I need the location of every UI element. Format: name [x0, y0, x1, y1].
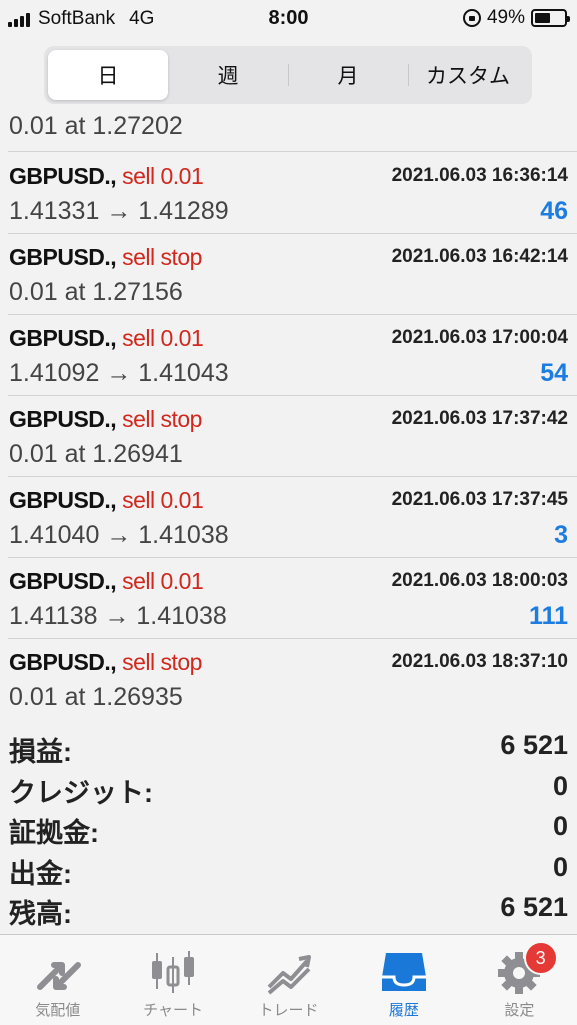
order-symbol: GBPUSD., [9, 649, 117, 675]
order-action: sell 0.01 [122, 325, 204, 351]
order-symbol: GBPUSD., [9, 163, 117, 189]
list-item[interactable]: GBPUSD., sell 0.01 2021.06.03 17:37:45 1… [0, 477, 577, 558]
summary-value: 6 521 [500, 892, 568, 922]
summary-withdrawal-row: 出金: 0 [0, 848, 577, 889]
notification-badge: 3 [523, 941, 558, 975]
order-time: 2021.06.03 17:00:04 [391, 327, 568, 348]
history-list[interactable]: 0.01 at 1.27202 GBPUSD., sell 0.01 2021.… [0, 112, 577, 716]
order-time: 2021.06.03 18:00:03 [391, 570, 568, 591]
status-bar: SoftBank 4G 8:00 49% [0, 0, 577, 36]
tab-day[interactable]: 日 [48, 50, 168, 100]
candlestick-chart-icon [145, 947, 201, 995]
order-profit: 54 [540, 359, 568, 387]
trade-trend-icon [261, 947, 317, 995]
order-profit: 3 [554, 521, 568, 549]
order-time: 2021.06.03 17:37:42 [391, 408, 568, 429]
summary-label: 出金: [9, 858, 72, 889]
summary-value: 6 521 [500, 730, 568, 760]
order-profit: 111 [529, 602, 568, 630]
summary-value: 0 [552, 770, 568, 801]
summary-profit-row: 損益: 6 521 [0, 726, 577, 767]
tab-quotes[interactable]: 気配値 [0, 935, 115, 1025]
order-detail: 0.01 at 1.27156 [9, 278, 183, 306]
order-profit: 46 [540, 197, 568, 225]
list-item[interactable]: GBPUSD., sell stop 2021.06.03 18:37:10 0… [0, 639, 577, 716]
tab-label: チャート [143, 1002, 204, 1019]
order-symbol: GBPUSD., [9, 244, 117, 270]
list-item[interactable]: GBPUSD., sell stop 2021.06.03 16:42:14 0… [0, 234, 577, 315]
order-time: 2021.06.03 16:36:14 [391, 165, 568, 186]
order-time: 2021.06.03 18:37:10 [391, 651, 568, 672]
summary-label: 残高: [9, 899, 72, 929]
list-item[interactable]: GBPUSD., sell 0.01 2021.06.03 16:36:14 1… [0, 153, 577, 234]
order-detail: 1.41092 → 1.41043 [9, 359, 229, 387]
order-detail: 1.41331 → 1.41289 [9, 197, 229, 225]
tab-history[interactable]: 履歴 [346, 935, 461, 1025]
order-detail: 1.41040 → 1.41038 [9, 521, 229, 549]
order-time: 2021.06.03 17:37:45 [391, 489, 568, 510]
summary-label: 証拠金: [9, 818, 99, 848]
order-time: 2021.06.03 16:42:14 [391, 246, 568, 267]
list-item-partial[interactable]: 0.01 at 1.27202 [0, 112, 577, 152]
list-item[interactable]: GBPUSD., sell 0.01 2021.06.03 18:00:03 1… [0, 558, 577, 639]
summary-label: クレジット: [9, 777, 153, 808]
tab-custom[interactable]: カスタム [408, 50, 528, 100]
order-detail: 0.01 at 1.26935 [9, 683, 183, 711]
order-detail: 1.41138 → 1.41038 [9, 602, 227, 630]
account-summary: 損益: 6 521 クレジット: 0 証拠金: 0 出金: 0 残高: 6 52… [0, 726, 577, 929]
period-segmented-control: 日 週 月 カスタム [44, 46, 532, 104]
order-detail: 0.01 at 1.26941 [9, 440, 183, 468]
summary-value: 0 [552, 811, 568, 841]
summary-balance-row: 残高: 6 521 [0, 888, 577, 929]
bottom-tab-bar: 気配値 チャート トレード 履歴 3 設定 [0, 934, 577, 1025]
tab-settings[interactable]: 3 設定 [462, 935, 577, 1025]
tab-label: 設定 [504, 1002, 535, 1019]
list-item[interactable]: GBPUSD., sell stop 2021.06.03 17:37:42 0… [0, 396, 577, 477]
order-detail: 0.01 at 1.27202 [9, 112, 183, 140]
tab-label: トレード [258, 1002, 319, 1019]
summary-deposit-row: 証拠金: 0 [0, 807, 577, 848]
summary-label: 損益: [9, 737, 72, 767]
tab-label: 気配値 [35, 1002, 81, 1019]
rotation-lock-icon [462, 9, 481, 27]
battery-percent: 49% [486, 7, 525, 28]
tab-chart[interactable]: チャート [115, 935, 230, 1025]
order-symbol: GBPUSD., [9, 406, 117, 432]
order-symbol: GBPUSD., [9, 568, 117, 594]
battery-icon [531, 9, 570, 27]
order-action: sell stop [122, 406, 202, 432]
quotes-icon [30, 947, 86, 995]
tab-week[interactable]: 週 [168, 50, 288, 100]
order-action: sell stop [122, 244, 202, 270]
order-action: sell 0.01 [122, 568, 204, 594]
order-symbol: GBPUSD., [9, 325, 117, 351]
order-action: sell 0.01 [122, 163, 204, 189]
tab-label: 履歴 [388, 1002, 419, 1019]
summary-value: 0 [552, 851, 568, 882]
order-action: sell stop [122, 649, 202, 675]
tab-trade[interactable]: トレード [231, 935, 346, 1025]
summary-credit-row: クレジット: 0 [0, 767, 577, 808]
history-inbox-icon [376, 947, 432, 995]
order-symbol: GBPUSD., [9, 487, 117, 513]
order-action: sell 0.01 [122, 487, 204, 513]
list-item[interactable]: GBPUSD., sell 0.01 2021.06.03 17:00:04 1… [0, 315, 577, 396]
tab-month[interactable]: 月 [288, 50, 408, 100]
